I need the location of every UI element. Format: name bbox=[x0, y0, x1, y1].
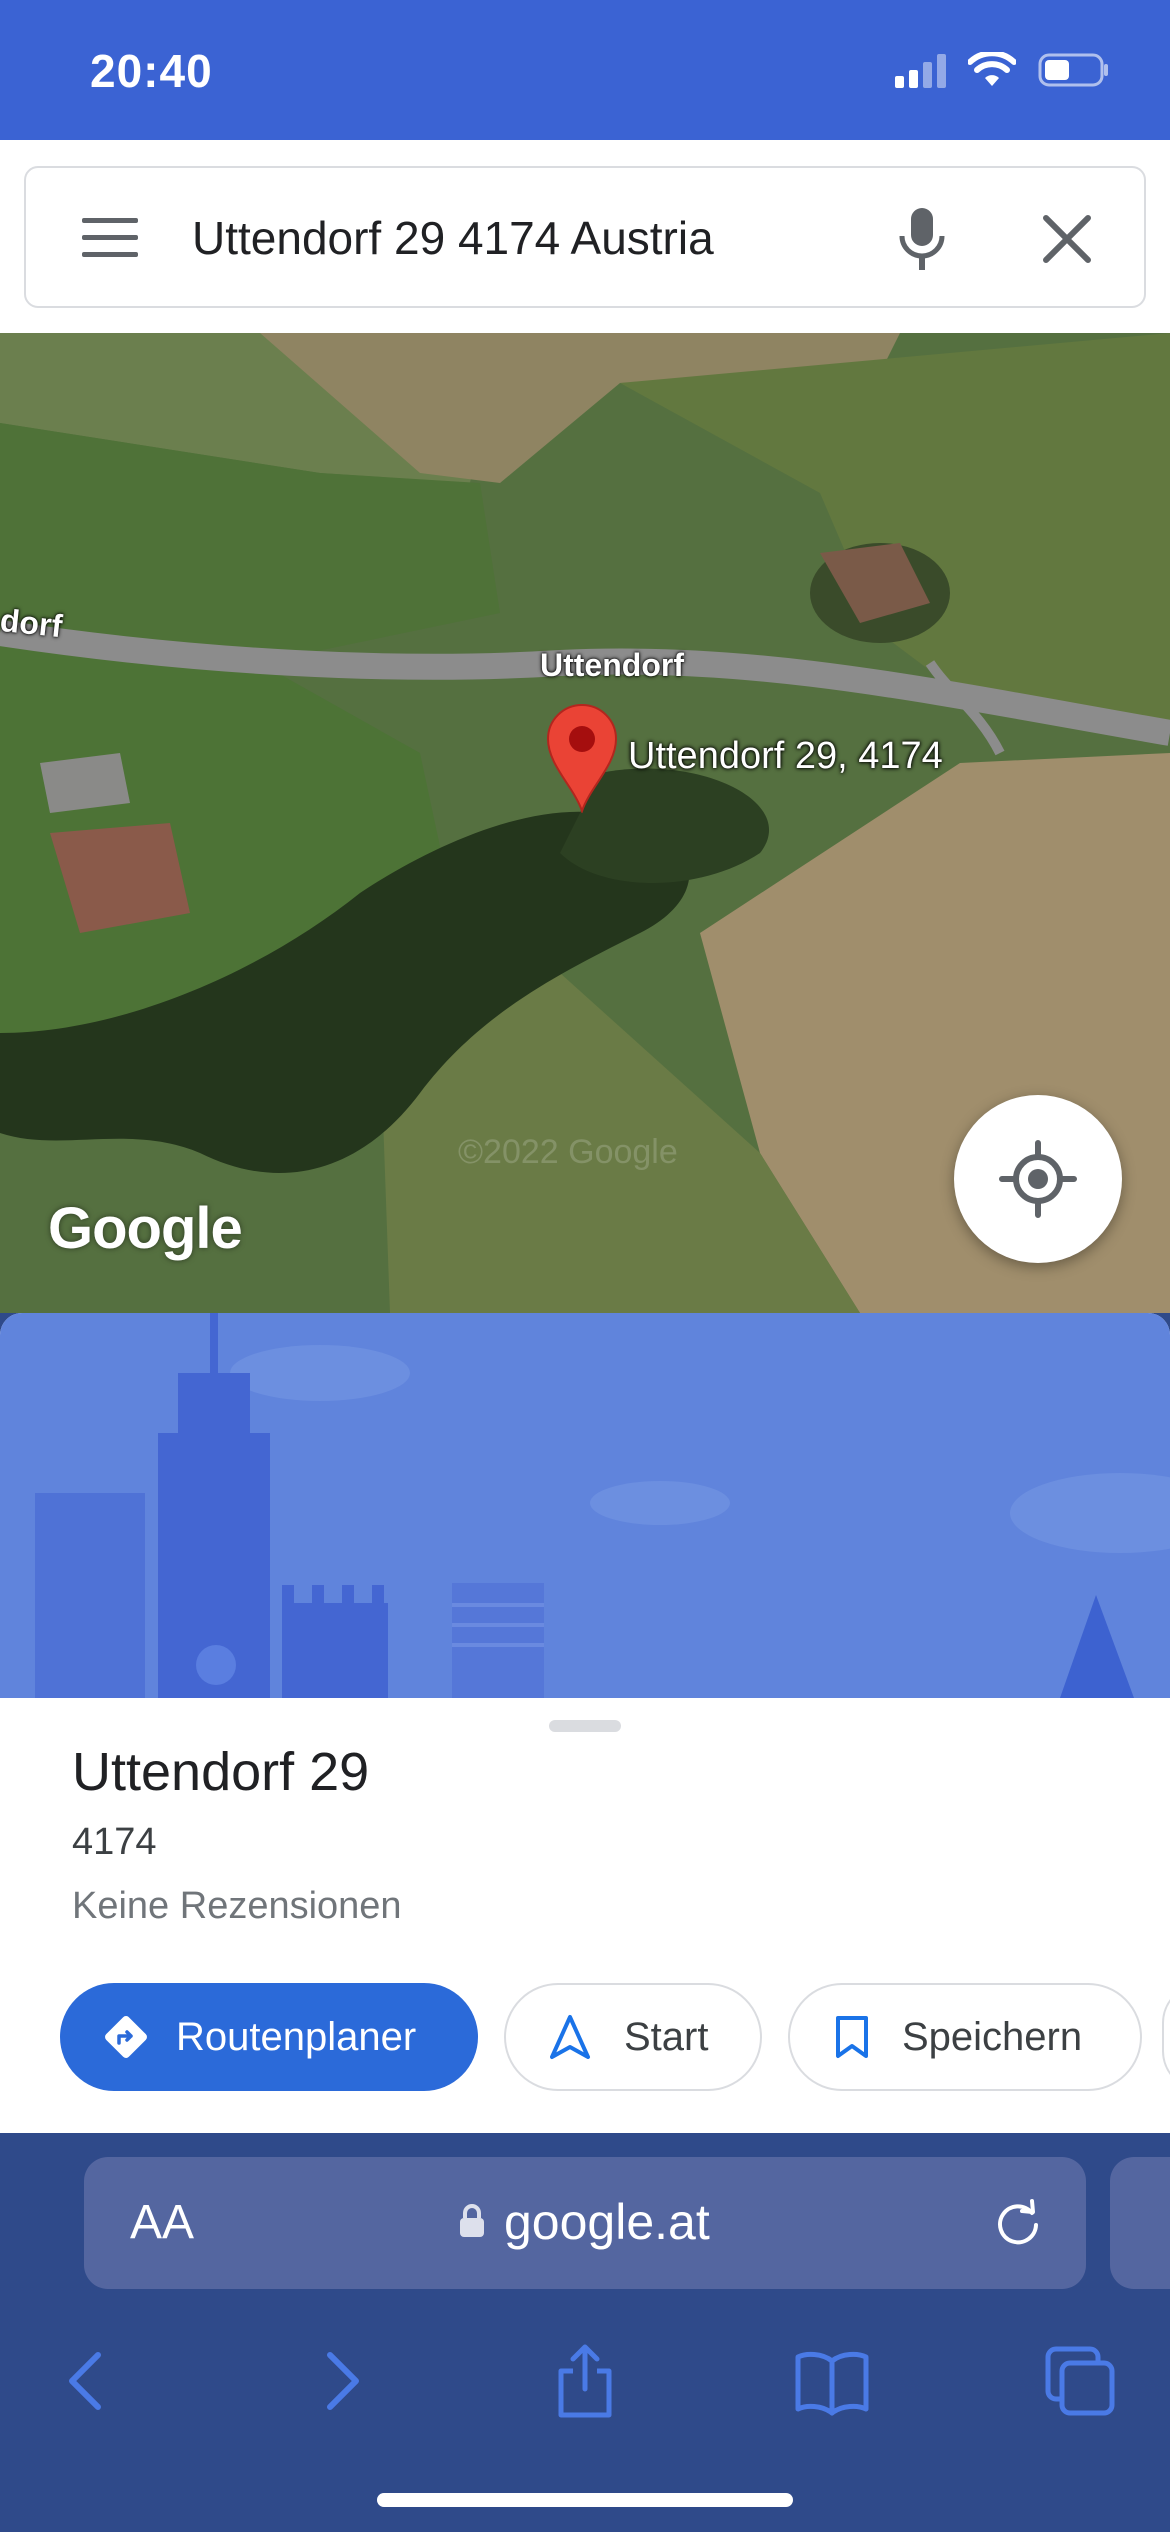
bookmarks-icon[interactable] bbox=[792, 2341, 872, 2421]
lock-icon bbox=[460, 2204, 484, 2237]
directions-button[interactable]: Routenplaner bbox=[60, 1983, 478, 2091]
more-actions-button[interactable] bbox=[1162, 1983, 1170, 2091]
status-bar: 20:40 bbox=[0, 0, 1170, 140]
share-icon[interactable] bbox=[545, 2341, 625, 2421]
location-marker-icon[interactable] bbox=[544, 703, 620, 813]
cellular-signal-icon bbox=[895, 52, 946, 88]
wifi-icon bbox=[968, 52, 1016, 86]
google-logo: Google bbox=[48, 1196, 243, 1261]
browser-toolbar bbox=[0, 2323, 1170, 2443]
place-reviews[interactable]: Keine Rezensionen bbox=[72, 1885, 402, 1928]
action-buttons: Routenplaner Start Speichern bbox=[0, 1983, 1170, 2093]
save-label: Speichern bbox=[902, 2014, 1083, 2059]
place-sheet[interactable]: Uttendorf 29 4174 Keine Rezensionen Rout… bbox=[0, 1313, 1170, 2133]
text-size-button[interactable]: AA bbox=[130, 2195, 194, 2250]
status-icons bbox=[895, 52, 1110, 88]
map-view[interactable]: dorf Uttendorf Uttendorf 29, 4174 ©2022 … bbox=[0, 333, 1170, 1313]
directions-icon bbox=[105, 2016, 147, 2058]
text-size-label: AA bbox=[130, 2196, 195, 2249]
home-indicator bbox=[377, 2493, 793, 2507]
forward-icon[interactable] bbox=[300, 2341, 380, 2421]
directions-label: Routenplaner bbox=[176, 2014, 417, 2059]
next-tab-preview[interactable] bbox=[1110, 2157, 1170, 2289]
browser-chrome: AA google.at bbox=[0, 2133, 1170, 2532]
microphone-icon[interactable] bbox=[892, 206, 952, 272]
close-icon[interactable] bbox=[1036, 208, 1098, 270]
place-title: Uttendorf 29 bbox=[72, 1742, 370, 1802]
address-bar[interactable]: AA google.at bbox=[84, 2157, 1086, 2289]
road-label: Uttendorf bbox=[540, 647, 684, 683]
start-label: Start bbox=[624, 2014, 709, 2059]
hamburger-menu-icon[interactable] bbox=[82, 218, 138, 258]
status-time: 20:40 bbox=[90, 45, 213, 97]
my-location-icon bbox=[999, 1140, 1077, 1218]
search-bar-container bbox=[0, 140, 1170, 333]
save-button[interactable]: Speichern bbox=[788, 1983, 1142, 2091]
city-illustration bbox=[35, 1313, 1170, 1698]
place-postal-code: 4174 bbox=[72, 1821, 157, 1863]
start-button[interactable]: Start bbox=[504, 1983, 762, 2091]
place-illustration bbox=[0, 1313, 1170, 1698]
map-place-label: Uttendorf 29, 4174 bbox=[628, 735, 943, 777]
drag-handle[interactable] bbox=[549, 1720, 621, 1732]
road-label-left: dorf bbox=[0, 601, 64, 645]
bookmark-icon bbox=[836, 2016, 868, 2058]
url-text: google.at bbox=[504, 2194, 710, 2250]
search-box[interactable] bbox=[24, 166, 1146, 308]
tabs-icon[interactable] bbox=[1040, 2341, 1120, 2421]
reload-icon[interactable] bbox=[992, 2197, 1044, 2249]
navigation-arrow-icon bbox=[550, 2015, 590, 2059]
map-copyright: ©2022 Google bbox=[458, 1133, 678, 1171]
battery-icon bbox=[1038, 53, 1108, 87]
back-icon[interactable] bbox=[48, 2341, 128, 2421]
search-input[interactable] bbox=[192, 198, 872, 278]
my-location-button[interactable] bbox=[954, 1095, 1122, 1263]
